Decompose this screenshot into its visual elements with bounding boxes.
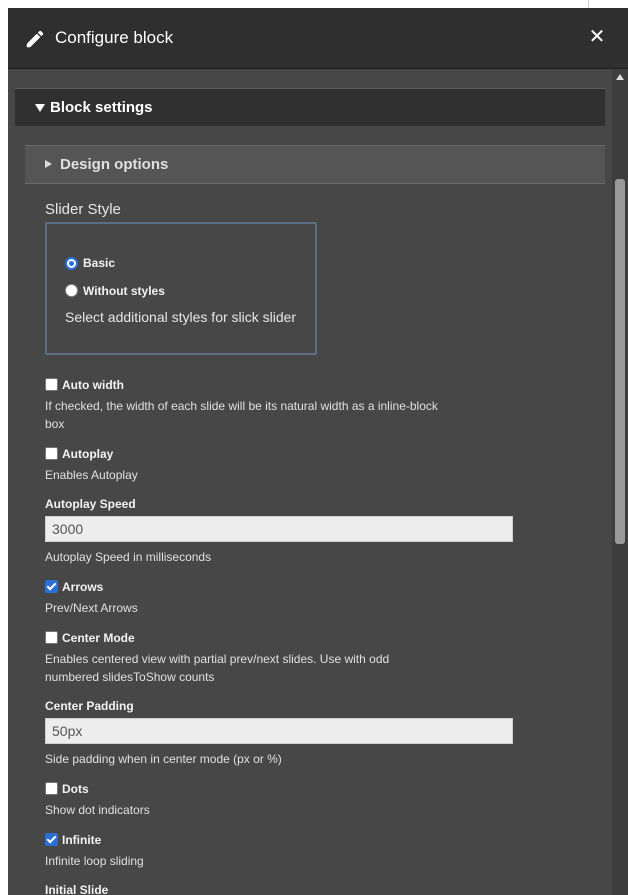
radio-without-styles-label[interactable]: Without styles [83,284,165,298]
autoplay-speed-description: Autoplay Speed in milliseconds [45,550,212,564]
scroll-up-arrow-icon[interactable] [616,74,624,80]
slider-style-label: Slider Style [45,201,121,218]
center-padding-label: Center Padding [45,699,134,713]
initial-slide-label: Initial Slide [45,883,109,895]
infinite-description: Infinite loop sliding [45,854,144,868]
auto-width-label[interactable]: Auto width [62,378,124,392]
dots-checkbox[interactable] [45,782,58,795]
expand-triangle-icon [45,160,52,168]
arrows-label[interactable]: Arrows [62,580,103,594]
radio-basic[interactable] [65,257,78,270]
scrollbar-thumb[interactable] [615,179,625,544]
collapse-triangle-icon [35,104,45,112]
design-options-header[interactable]: Design options [25,145,605,184]
center-mode-description-line1: Enables centered view with partial prev/… [45,652,390,666]
configure-block-dialog: Configure block ✕ Block settings Design … [8,8,628,895]
design-options-label: Design options [60,156,169,173]
auto-width-description-line2: box [45,417,65,431]
top-strip [0,0,628,8]
infinite-checkbox[interactable] [45,833,58,846]
infinite-label[interactable]: Infinite [62,833,101,847]
center-padding-input[interactable] [45,718,513,744]
center-mode-description-line2: numbered slidesToShow counts [45,670,215,684]
dialog-titlebar: Configure block ✕ [8,8,628,69]
autoplay-checkbox[interactable] [45,447,58,460]
dots-description: Show dot indicators [45,803,150,817]
dialog-title: Configure block [55,28,174,47]
arrows-description: Prev/Next Arrows [45,601,138,615]
autoplay-label[interactable]: Autoplay [62,447,113,461]
autoplay-description: Enables Autoplay [45,468,138,482]
auto-width-checkbox[interactable] [45,378,58,391]
dots-label[interactable]: Dots [62,782,89,796]
block-settings-header[interactable]: Block settings [15,88,605,126]
arrows-checkbox[interactable] [45,580,58,593]
slider-style-fieldset: Basic Without styles Select additional s… [45,222,317,355]
auto-width-description-line1: If checked, the width of each slide will… [45,399,438,413]
autoplay-speed-input[interactable] [45,516,513,542]
center-padding-description: Side padding when in center mode (px or … [45,752,282,766]
pencil-icon [26,30,44,48]
center-mode-label[interactable]: Center Mode [62,631,135,645]
block-settings-label: Block settings [50,99,153,116]
top-divider [588,0,589,8]
close-icon[interactable]: ✕ [586,26,608,48]
autoplay-speed-label: Autoplay Speed [45,497,136,511]
radio-basic-label[interactable]: Basic [83,256,115,270]
dialog-body: Block settings Design options Slider Sty… [8,69,612,895]
slider-style-description: Select additional styles for slick slide… [65,309,297,325]
radio-without-styles[interactable] [65,284,78,297]
center-mode-checkbox[interactable] [45,631,58,644]
vertical-scrollbar[interactable] [612,69,628,895]
